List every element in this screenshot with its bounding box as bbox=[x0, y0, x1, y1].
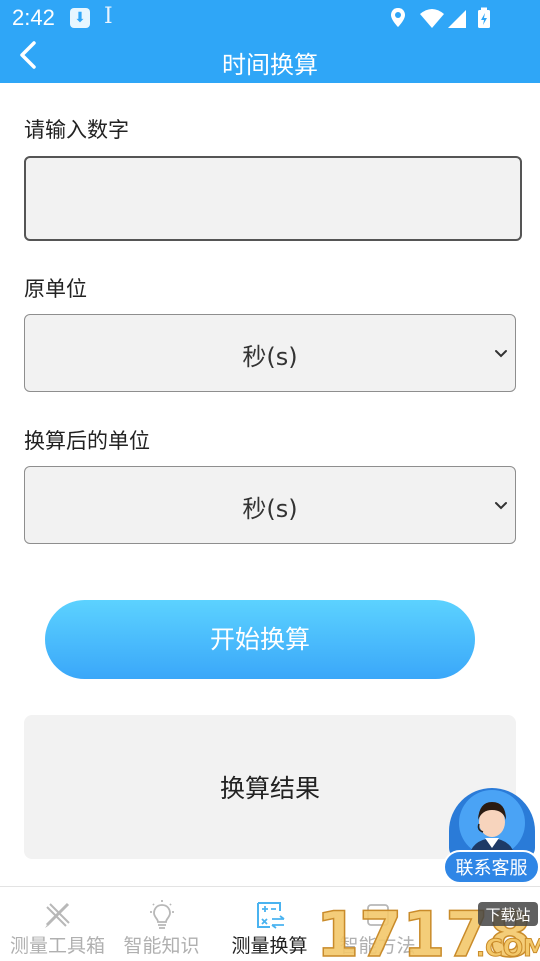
customer-service-label: 联系客服 bbox=[443, 850, 540, 884]
tab-label: 测量换算 bbox=[231, 935, 308, 957]
tab-smart-knowledge[interactable]: 智能知识 bbox=[104, 887, 219, 961]
text-cursor-icon: I bbox=[104, 4, 113, 29]
convert-button[interactable]: 开始换算 bbox=[45, 600, 475, 679]
download-icon: ⬇ bbox=[70, 8, 90, 28]
target-unit-label: 换算后的单位 bbox=[24, 429, 150, 453]
wifi-icon bbox=[420, 9, 444, 28]
site-watermark-logo: 17178 .COM 下载站 bbox=[316, 898, 540, 960]
customer-service-button[interactable]: 联系客服 bbox=[443, 788, 540, 886]
watermark-suffix: .COM bbox=[476, 934, 540, 960]
status-time: 2:42 bbox=[12, 5, 55, 30]
agent-avatar bbox=[449, 788, 535, 858]
chevron-down-icon bbox=[495, 350, 507, 358]
status-bar: 2:42 ⬇ I bbox=[0, 0, 540, 36]
status-icons bbox=[391, 7, 490, 28]
tab-label: 测量工具箱 bbox=[9, 935, 105, 957]
signal-icon bbox=[448, 10, 466, 28]
number-input-label: 请输入数字 bbox=[24, 118, 129, 142]
location-icon bbox=[391, 8, 405, 27]
page-title: 时间换算 bbox=[222, 51, 318, 79]
lightbulb-icon bbox=[149, 900, 174, 929]
tab-label: 智能知识 bbox=[123, 935, 200, 957]
battery-icon bbox=[478, 7, 490, 28]
ruler-pencil-icon bbox=[44, 902, 70, 928]
target-unit-value: 秒(s) bbox=[242, 495, 298, 523]
source-unit-select[interactable]: 秒(s) bbox=[24, 314, 516, 392]
tab-measure-conversion[interactable]: 测量换算 bbox=[212, 887, 327, 961]
source-unit-label: 原单位 bbox=[24, 277, 87, 301]
source-unit-value: 秒(s) bbox=[242, 343, 298, 371]
calculator-icon bbox=[256, 902, 285, 929]
watermark-badge: 下载站 bbox=[485, 906, 530, 924]
tab-measure-toolbox[interactable]: 测量工具箱 bbox=[0, 887, 115, 961]
number-input[interactable] bbox=[24, 156, 522, 241]
target-unit-select[interactable]: 秒(s) bbox=[24, 466, 516, 544]
app-bar: 时间换算 bbox=[0, 36, 540, 83]
chevron-down-icon bbox=[495, 502, 507, 510]
